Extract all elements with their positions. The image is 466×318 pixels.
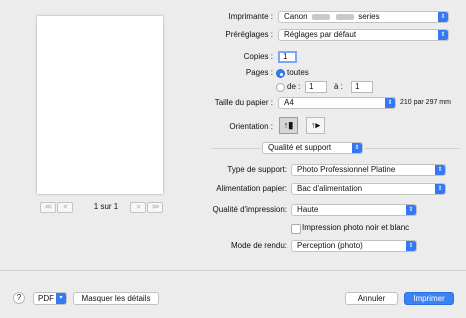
pages-range-radio[interactable] [276, 83, 285, 92]
section-value: Qualité et support [268, 143, 332, 152]
landscape-orientation-button[interactable]: ↑▸ [306, 117, 325, 134]
last-page-button[interactable]: >> [147, 202, 163, 213]
first-page-button[interactable]: << [40, 202, 56, 213]
portrait-person-icon: ↑▮ [283, 120, 294, 130]
divider [211, 148, 261, 149]
pages-to-field[interactable]: 1 [351, 81, 373, 93]
cancel-button[interactable]: Annuler [345, 292, 398, 305]
chevron-updown-icon: ⇕ [352, 143, 362, 153]
presets-select[interactable]: Réglages par défaut ⇕ [278, 29, 449, 41]
chevron-down-icon: ▾ [56, 293, 66, 304]
paper-source-select[interactable]: Bac d'alimentation ⇕ [291, 183, 446, 195]
landscape-person-icon: ↑▸ [310, 120, 321, 130]
chevron-updown-icon: ⇕ [438, 12, 448, 22]
paper-size-value: A4 [284, 98, 294, 107]
chevron-updown-icon: ⇕ [406, 205, 416, 215]
presets-value: Réglages par défaut [284, 30, 357, 39]
redacted-model [311, 13, 330, 20]
render-mode-value: Perception (photo) [297, 241, 363, 250]
media-type-value: Photo Professionnel Platine [297, 165, 396, 174]
copies-label: Copies : [243, 52, 273, 61]
page-preview [37, 16, 163, 194]
page-indicator: 1 sur 1 [93, 202, 119, 211]
printer-name-suffix: series [358, 12, 380, 21]
paper-source-value: Bac d'alimentation [297, 184, 363, 193]
grayscale-label: Impression photo noir et blanc [302, 223, 410, 232]
chevron-updown-icon: ⇕ [435, 184, 445, 194]
grayscale-checkbox[interactable] [291, 224, 301, 234]
printer-select[interactable]: Canon series ⇕ [278, 11, 449, 23]
paper-size-select[interactable]: A4 ⇕ [278, 97, 396, 109]
media-type-select[interactable]: Photo Professionnel Platine ⇕ [291, 164, 446, 176]
render-mode-select[interactable]: Perception (photo) ⇕ [291, 240, 417, 252]
redacted-model-2 [336, 13, 355, 20]
portrait-orientation-button[interactable]: ↑▮ [279, 117, 298, 134]
presets-label: Préréglages : [225, 30, 273, 39]
divider [365, 148, 460, 149]
hide-details-button[interactable]: Masquer les détails [73, 292, 159, 305]
pdf-label: PDF [38, 294, 54, 303]
print-quality-select[interactable]: Haute ⇕ [291, 204, 417, 216]
footer-divider [0, 270, 466, 271]
paper-dimensions: 210 par 297 mm [400, 99, 451, 106]
media-type-label: Type de support: [227, 165, 287, 174]
chevron-updown-icon: ⇕ [435, 165, 445, 175]
pages-from-field[interactable]: 1 [305, 81, 327, 93]
print-quality-value: Haute [297, 205, 319, 214]
paper-size-label: Taille du papier : [214, 98, 273, 107]
chevron-updown-icon: ⇕ [438, 30, 448, 40]
print-quality-label: Qualité d'impression: [212, 205, 287, 214]
chevron-updown-icon: ⇕ [406, 241, 416, 251]
printer-name-prefix: Canon [284, 12, 308, 21]
chevron-updown-icon: ⇕ [385, 98, 395, 108]
next-page-button[interactable]: > [130, 202, 146, 213]
pages-from-label: de : [287, 82, 301, 91]
copies-field[interactable]: 1 [278, 51, 297, 63]
render-mode-label: Mode de rendu: [230, 241, 287, 250]
prev-page-button[interactable]: < [57, 202, 73, 213]
pages-all-label: toutes [287, 68, 309, 77]
pages-label: Pages : [245, 68, 273, 77]
pdf-menu-button[interactable]: PDF ▾ [33, 292, 67, 305]
section-select[interactable]: Qualité et support ⇕ [262, 142, 363, 154]
orientation-label: Orientation : [229, 122, 273, 131]
preview-pane: << < 1 sur 1 > >> [0, 0, 200, 258]
pages-to-label: à : [334, 82, 343, 91]
printer-label: Imprimante : [228, 12, 273, 21]
help-button[interactable]: ? [13, 292, 25, 304]
pages-all-radio[interactable] [276, 69, 285, 78]
print-button[interactable]: Imprimer [404, 292, 454, 305]
paper-source-label: Alimentation papier: [216, 184, 287, 193]
